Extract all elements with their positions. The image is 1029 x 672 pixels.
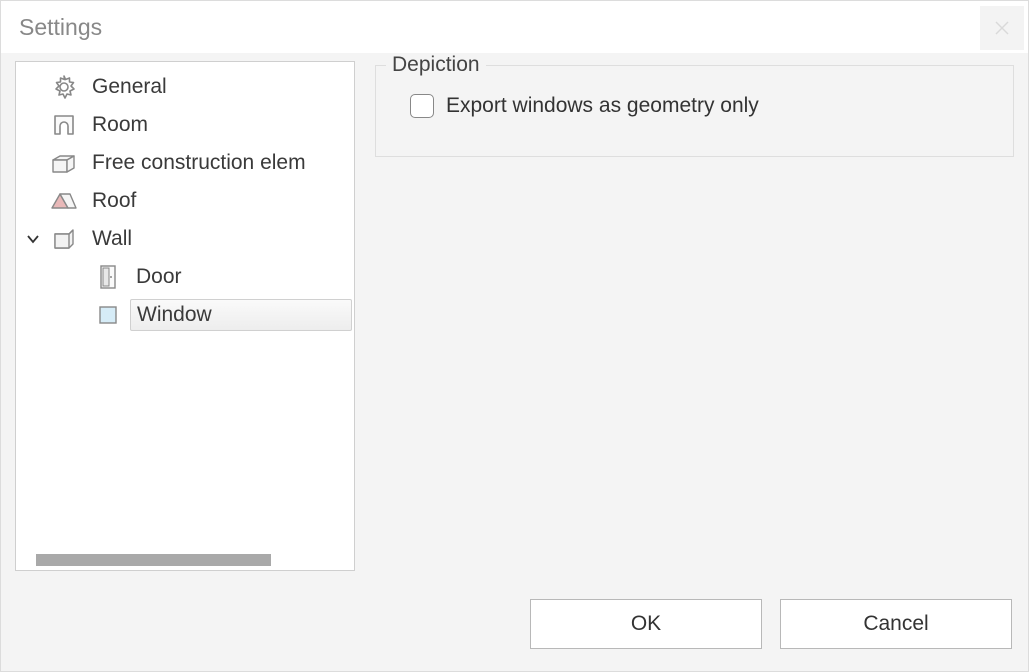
box-icon — [50, 149, 78, 177]
category-tree: General Room — [16, 62, 354, 550]
tree-item-general[interactable]: General — [16, 68, 354, 106]
scrollbar-thumb[interactable] — [36, 554, 271, 566]
checkbox-box[interactable] — [410, 94, 434, 118]
gear-icon — [50, 73, 78, 101]
category-tree-panel: General Room — [15, 61, 355, 571]
window-title: Settings — [19, 14, 102, 41]
content-panel: Depiction Export windows as geometry onl… — [375, 61, 1014, 591]
settings-dialog: Settings — [0, 0, 1029, 672]
button-label: OK — [631, 612, 661, 636]
wall-icon — [50, 225, 78, 253]
button-label: Cancel — [863, 612, 928, 636]
tree-item-window[interactable]: Window — [16, 296, 354, 334]
group-title: Depiction — [386, 53, 486, 77]
tree-item-label: Wall — [92, 227, 132, 250]
cancel-button[interactable]: Cancel — [780, 599, 1012, 649]
tree-item-door[interactable]: Door — [16, 258, 354, 296]
window-icon — [94, 301, 122, 329]
tree-item-label: Free construction elem — [92, 151, 306, 174]
dialog-body: General Room — [1, 53, 1028, 591]
roof-icon — [50, 187, 78, 215]
tree-item-roof[interactable]: Roof — [16, 182, 354, 220]
export-geometry-checkbox-row[interactable]: Export windows as geometry only — [398, 94, 991, 118]
close-button[interactable] — [980, 6, 1024, 50]
dialog-footer: OK Cancel — [1, 591, 1028, 671]
title-bar: Settings — [1, 1, 1028, 53]
door-icon — [94, 263, 122, 291]
depiction-group: Depiction Export windows as geometry onl… — [375, 65, 1014, 157]
horizontal-scrollbar[interactable] — [16, 550, 354, 570]
tree-item-label: Door — [136, 265, 182, 288]
tree-item-room[interactable]: Room — [16, 106, 354, 144]
chevron-down-icon[interactable] — [26, 232, 50, 246]
ok-button[interactable]: OK — [530, 599, 762, 649]
tree-item-label: Window — [137, 303, 212, 326]
tree-item-label: Room — [92, 113, 148, 136]
tree-item-wall[interactable]: Wall — [16, 220, 354, 258]
tree-item-free-construction[interactable]: Free construction elem — [16, 144, 354, 182]
close-icon — [995, 21, 1009, 35]
room-icon — [50, 111, 78, 139]
tree-item-label: General — [92, 75, 167, 98]
tree-item-label: Roof — [92, 189, 136, 212]
checkbox-label: Export windows as geometry only — [446, 94, 759, 118]
